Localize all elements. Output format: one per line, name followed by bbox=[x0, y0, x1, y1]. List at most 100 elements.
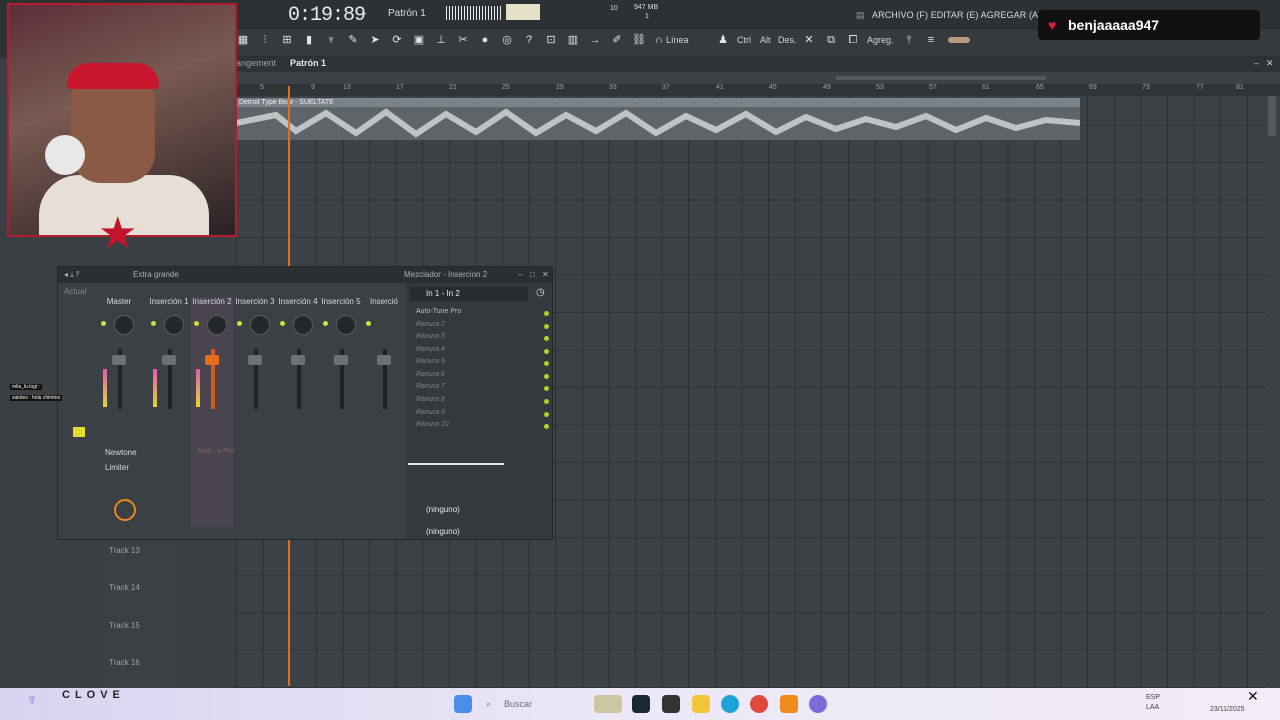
track-label[interactable]: Track 16 bbox=[106, 654, 176, 691]
channel-led[interactable] bbox=[151, 321, 156, 326]
timeline-ruler[interactable]: 5 9 13 17 21 25 29 33 37 41 45 49 53 57 … bbox=[236, 84, 1280, 96]
slot-led[interactable] bbox=[544, 374, 549, 379]
mixer-channel-master[interactable]: Master bbox=[98, 297, 140, 527]
effect-slot[interactable]: Ranura 8 bbox=[416, 396, 534, 408]
mixer-icon[interactable]: ⫶ bbox=[256, 32, 274, 48]
effect-slot[interactable]: Ranura 2 bbox=[416, 321, 534, 333]
fader-cap[interactable] bbox=[112, 355, 126, 365]
audio-clip[interactable]: Detroit Type Beat - SUELTATE bbox=[236, 98, 1080, 140]
horizontal-scrollbar[interactable] bbox=[836, 76, 1046, 80]
clock-icon[interactable]: ◷ bbox=[536, 287, 545, 298]
effect-slot[interactable]: Ranura 10 bbox=[416, 421, 534, 433]
slot-led[interactable] bbox=[544, 311, 549, 316]
fader-cap[interactable] bbox=[248, 355, 262, 365]
mixer-channel-1[interactable]: Inserción 1 bbox=[148, 297, 190, 527]
cut-icon[interactable]: ✂ bbox=[454, 32, 472, 48]
agreg-mode[interactable]: Agreg. bbox=[867, 35, 894, 45]
arrow-icon[interactable]: ➤ bbox=[366, 32, 384, 48]
windows-start-icon[interactable] bbox=[454, 695, 472, 713]
mixer-channel-2[interactable]: Inserción 2 bbox=[191, 297, 233, 527]
plugin-icon[interactable]: ♆ bbox=[322, 32, 340, 48]
des-mode[interactable]: Des. bbox=[778, 35, 797, 45]
copy-icon[interactable]: ⧉ bbox=[822, 32, 840, 48]
mic-icon[interactable]: ● bbox=[476, 32, 494, 48]
pattern-arrow-icon[interactable]: ▸ bbox=[362, 8, 367, 19]
split-icon[interactable]: ⊥ bbox=[432, 32, 450, 48]
mixer-channel-6[interactable]: Inserció bbox=[363, 297, 399, 527]
chrome-icon[interactable] bbox=[750, 695, 768, 713]
close-icon[interactable]: ✕ bbox=[1247, 688, 1259, 705]
effect-slot[interactable]: Ranura 7 bbox=[416, 383, 534, 395]
close-x-icon[interactable]: ✕ bbox=[800, 32, 818, 48]
pan-knob[interactable] bbox=[114, 315, 134, 335]
discord-icon[interactable] bbox=[809, 695, 827, 713]
slot-led[interactable] bbox=[544, 399, 549, 404]
mixer-channel-4[interactable]: Inserción 4 bbox=[277, 297, 319, 527]
track-label[interactable]: Track 15 bbox=[106, 617, 176, 654]
mixer-tools-icon[interactable]: ◂ ⤓ ⤒ bbox=[64, 267, 80, 283]
fader-cap[interactable] bbox=[291, 355, 305, 365]
alt-mode[interactable]: Alt bbox=[760, 35, 771, 45]
widgets-icon[interactable] bbox=[594, 695, 622, 713]
save-icon[interactable]: ▣ bbox=[410, 32, 428, 48]
mixer-size[interactable]: Extra grande bbox=[133, 267, 179, 283]
track-label[interactable]: Track 14 bbox=[106, 579, 176, 616]
channel-led[interactable] bbox=[194, 321, 199, 326]
steam-icon[interactable] bbox=[632, 695, 650, 713]
pan-knob[interactable] bbox=[336, 315, 356, 335]
channel-led[interactable] bbox=[101, 321, 106, 326]
ctrl-mode[interactable]: Ctrl bbox=[737, 35, 751, 45]
piano-icon[interactable]: ▥ bbox=[564, 32, 582, 48]
chat-icon[interactable]: ◎ bbox=[498, 32, 516, 48]
channel-led[interactable] bbox=[366, 321, 371, 326]
track-label[interactable]: Track 13 bbox=[106, 542, 176, 579]
channel-led[interactable] bbox=[323, 321, 328, 326]
playlist-pattern[interactable]: Patrón 1 bbox=[290, 58, 326, 68]
mixer-channel-3[interactable]: Inserción 3 bbox=[234, 297, 276, 527]
taskbar-date[interactable]: 23/11/2025 bbox=[1210, 706, 1245, 713]
fader-cap[interactable] bbox=[205, 355, 219, 365]
close-icon[interactable]: ✕ bbox=[542, 267, 549, 283]
fader-cap[interactable] bbox=[162, 355, 176, 365]
pattern-selector[interactable]: Patrón 1 bbox=[388, 8, 426, 19]
maximize-icon[interactable]: □ bbox=[530, 267, 535, 283]
pan-knob[interactable] bbox=[250, 315, 270, 335]
search-icon[interactable]: ⌕ bbox=[486, 699, 491, 710]
insert2-plugin[interactable]: Auto...e Pro bbox=[197, 448, 234, 455]
close-icon[interactable]: ✕ bbox=[1266, 58, 1274, 69]
effect-slot[interactable]: Ranura 3 bbox=[416, 333, 534, 345]
vertical-scrollbar[interactable] bbox=[1268, 96, 1276, 136]
slot-led[interactable] bbox=[544, 324, 549, 329]
effect-slot[interactable]: Ranura 4 bbox=[416, 346, 534, 358]
effect-slot[interactable]: Ranura 6 bbox=[416, 371, 534, 383]
fader-cap[interactable] bbox=[334, 355, 348, 365]
pencil-icon[interactable]: ✐ bbox=[608, 32, 626, 48]
brush-icon[interactable]: ✎ bbox=[344, 32, 362, 48]
minimize-icon[interactable]: – bbox=[518, 267, 522, 283]
app-icon[interactable] bbox=[662, 695, 680, 713]
effect-slot[interactable]: Auto-Tune Pro bbox=[416, 308, 534, 320]
output-knob[interactable] bbox=[114, 499, 136, 521]
paste-icon[interactable]: ⧠ bbox=[844, 32, 862, 48]
refresh-icon[interactable]: ⟳ bbox=[388, 32, 406, 48]
fader-cap[interactable] bbox=[377, 355, 391, 365]
list-icon[interactable]: ≡ bbox=[922, 32, 940, 48]
help-icon[interactable]: ? bbox=[520, 32, 538, 48]
language-indicator[interactable]: ESP bbox=[1146, 694, 1160, 701]
folder-icon[interactable] bbox=[692, 695, 710, 713]
fl-studio-icon[interactable] bbox=[780, 695, 798, 713]
slot-led[interactable] bbox=[544, 349, 549, 354]
slot-led[interactable] bbox=[544, 336, 549, 341]
browser-icon[interactable]: ⊡ bbox=[542, 32, 560, 48]
slot-led[interactable] bbox=[544, 386, 549, 391]
language-indicator-sub[interactable]: LAA bbox=[1146, 704, 1159, 711]
channel-rack-icon[interactable]: ⊞ bbox=[278, 32, 296, 48]
file-icon[interactable]: ▮ bbox=[300, 32, 318, 48]
stamp-icon[interactable]: ♟ bbox=[714, 32, 732, 48]
pan-knob[interactable] bbox=[164, 315, 184, 335]
menu-icon[interactable]: ▤ bbox=[856, 10, 865, 21]
link-icon[interactable]: ⛓ bbox=[630, 32, 648, 48]
send-selector-2[interactable]: (ninguno) bbox=[426, 527, 460, 536]
minimize-icon[interactable]: – bbox=[1254, 58, 1259, 68]
channel-led[interactable] bbox=[237, 321, 242, 326]
